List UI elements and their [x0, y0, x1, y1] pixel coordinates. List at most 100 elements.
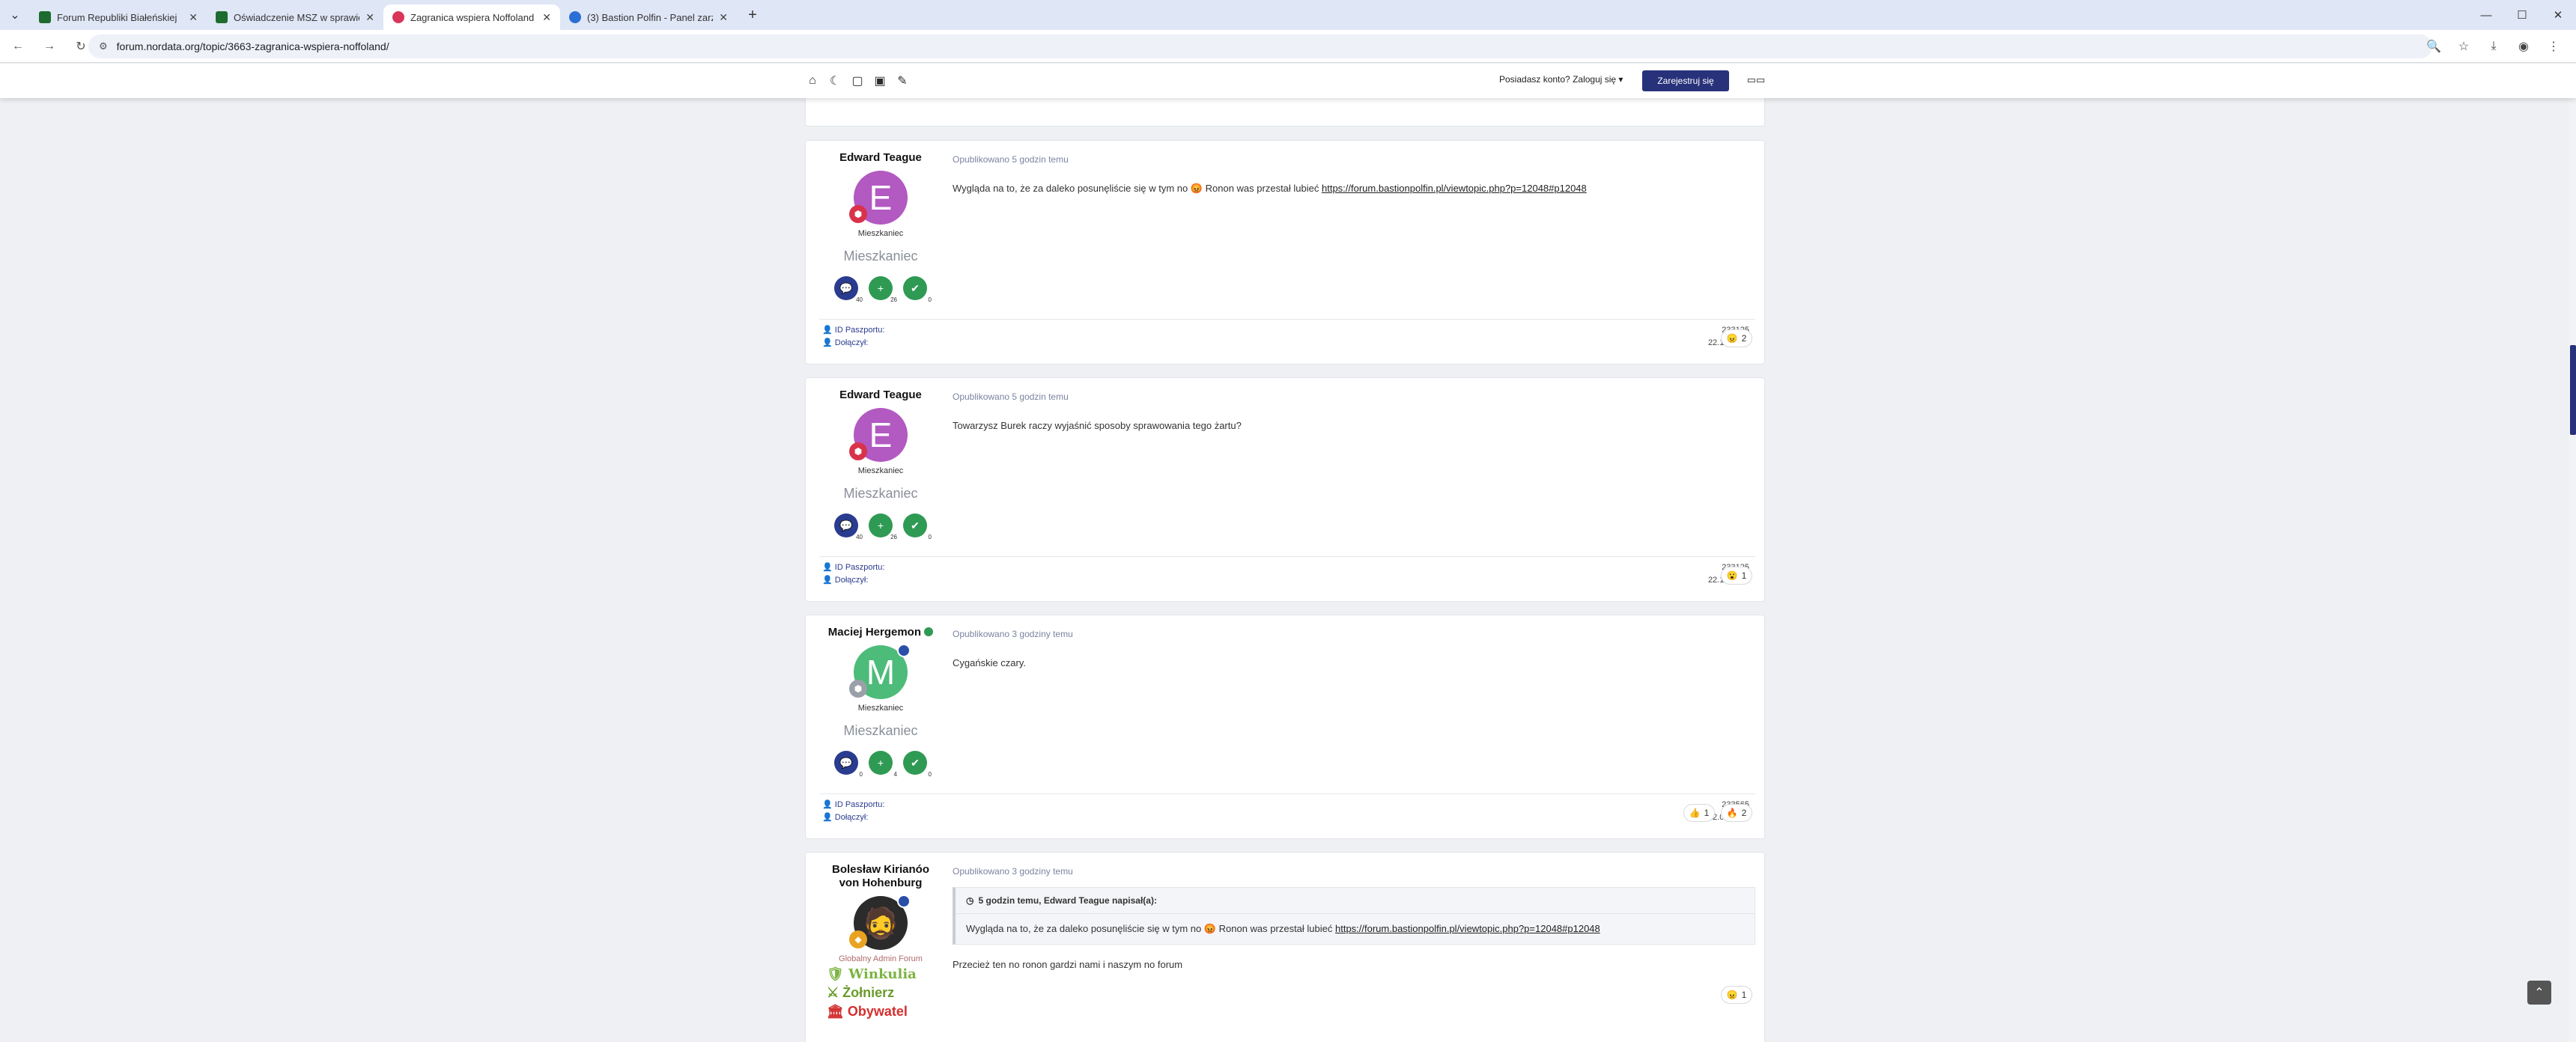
stat-count: 0 [928, 296, 932, 303]
maximize-icon[interactable]: ☐ [2504, 0, 2540, 30]
reaction-emoji: 👍 [1689, 808, 1701, 818]
tab-close-icon[interactable]: ✕ [719, 11, 728, 24]
reaction-angry[interactable]: 😠 1 [1721, 986, 1752, 1004]
post-date[interactable]: Opublikowano 5 godzin temu [953, 391, 1755, 402]
site-header: ⌂ ☾ ▢ ▣ ✎ Posiadasz konto? Zaloguj się ▾… [0, 64, 2576, 98]
reaction-fire[interactable]: 🔥 2 [1721, 804, 1752, 822]
close-window-icon[interactable]: ✕ [2540, 0, 2576, 30]
avatar[interactable]: M ⬢ [849, 644, 911, 699]
post-date[interactable]: Opublikowano 5 godzin temu [953, 154, 1755, 165]
post-content: Opublikowano 3 godziny temu Cygańskie cz… [953, 629, 1755, 670]
page-scrollbar[interactable] [2569, 98, 2576, 1042]
tab-close-icon[interactable]: ✕ [189, 11, 198, 24]
post-date[interactable]: Opublikowano 3 godziny temu [953, 866, 1755, 877]
toggle-view-icon[interactable]: ▭▭ [1747, 73, 1766, 88]
author-group: Mieszkaniec [843, 249, 918, 263]
browser-tab-4[interactable]: (3) Bastion Polfin - Panel zarządz ✕ [560, 4, 737, 30]
reputation-stat-icon: +4 [869, 751, 897, 778]
author-meta: 👤 ID Paszportu:233565 👤 Dołączył:22.07.2… [822, 798, 1749, 823]
browser-tab-1[interactable]: Forum Republiki Białeńskiej ✕ [30, 4, 207, 30]
post-author-panel: Bolesław Kirianóo von Hohenburg 🧔 ◆ Glob… [806, 853, 956, 1042]
moon-icon[interactable]: ☾ [824, 71, 846, 91]
joined-label: 👤 Dołączył: [822, 338, 869, 347]
author-name[interactable]: Edward Teague [806, 151, 956, 165]
post-divider [819, 319, 1755, 320]
avatar[interactable]: E ⬢ [849, 408, 908, 462]
solutions-stat-icon: ✔ 0 [903, 751, 932, 778]
site-info-icon[interactable]: ⚙ [99, 40, 108, 52]
browser-tab-3[interactable]: Zagranica wspiera Noffoland - ✕ [383, 4, 560, 30]
author-name[interactable]: Maciej Hergemon [806, 626, 956, 639]
online-status-icon [924, 627, 934, 636]
author-role: Mieszkaniec [857, 229, 904, 238]
quote-header[interactable]: ◷ 5 godzin temu, Edward Teague napisał(a)… [956, 888, 1755, 914]
passport-label: 👤 ID Paszportu: [822, 800, 885, 809]
author-name[interactable]: Edward Teague [806, 389, 956, 402]
reaction-angry[interactable]: 😠 2 [1721, 329, 1752, 347]
avatar[interactable]: E ⬢ [849, 171, 908, 225]
post-body: Wygląda na to, że za daleko posunęliście… [953, 182, 1755, 195]
author-role: Mieszkaniec [857, 466, 904, 475]
address-bar[interactable]: ⚙ forum.nordata.org/topic/3663-zagranica… [88, 34, 2432, 58]
stat-count: 0 [928, 771, 932, 778]
stat-count: 40 [856, 296, 863, 303]
reaction-wow[interactable]: 😮 1 [1721, 567, 1752, 585]
post-content: Opublikowano 3 godziny temu ◷ 5 godzin te… [953, 866, 1755, 972]
tab-search-icon[interactable]: ⌄ [0, 0, 30, 30]
solutions-stat-icon: ✔ 0 [903, 514, 932, 540]
scroll-to-top-button[interactable]: ⌃ [2527, 981, 2551, 1005]
register-button[interactable]: Zarejestruj się [1642, 70, 1729, 91]
author-group: Mieszkaniec [843, 486, 918, 501]
reaction-count: 1 [1741, 570, 1747, 581]
tab-favicon-icon [392, 11, 404, 23]
stat-count: 40 [856, 534, 863, 540]
quote-text: Wygląda na to, że za daleko posunęliście… [966, 923, 1335, 934]
minimize-icon[interactable]: — [2468, 0, 2504, 30]
url-text: forum.nordata.org/topic/3663-zagranica-w… [116, 40, 389, 52]
image-icon[interactable]: ▣ [869, 71, 891, 91]
post-card-previous [805, 98, 1765, 127]
avatar-letter: M [866, 653, 896, 692]
quote-link[interactable]: https://forum.bastionpolfin.pl/viewtopic… [1335, 923, 1600, 934]
reputation-stat-icon: +26 [869, 514, 897, 540]
comments-stat-icon: 💬 40 [834, 514, 863, 540]
download-icon[interactable]: ⤓ [2479, 33, 2509, 60]
post-divider [819, 556, 1755, 557]
signature-winkulia: 🛡 Winkulia [827, 966, 917, 982]
new-tab-button[interactable]: + [740, 2, 765, 28]
scrollbar-thumb[interactable] [2570, 345, 2576, 435]
tab-close-icon[interactable]: ✕ [365, 11, 374, 24]
author-name[interactable]: Bolesław Kirianóo von Hohenburg [806, 863, 956, 890]
author-meta: 👤 ID Paszportu:233125 👤 Dołączył:22.10.2… [822, 323, 1749, 349]
layout-icon[interactable]: ▢ [846, 71, 869, 91]
author-stats: 💬 40 +26 ✔ 0 [806, 514, 956, 540]
post-card: Maciej Hergemon M ⬢ Mieszkaniec Mieszkan… [805, 615, 1765, 839]
browser-tab-strip: ⌄ Forum Republiki Białeńskiej ✕ Oświadcz… [0, 0, 2576, 30]
zoom-icon[interactable]: 🔍 [2419, 33, 2449, 60]
post-content: Opublikowano 5 godzin temu Wygląda na to… [953, 154, 1755, 195]
avatar-letter: E [869, 178, 893, 217]
post-divider [819, 793, 1755, 794]
post-link[interactable]: https://forum.bastionpolfin.pl/viewtopic… [1322, 183, 1587, 194]
tab-close-icon[interactable]: ✕ [542, 11, 551, 24]
login-link[interactable]: Posiadasz konto? Zaloguj się ▾ [1499, 74, 1623, 85]
signature-text: Żołnierz [842, 985, 895, 1000]
solutions-stat-icon: ✔ 0 [903, 276, 932, 303]
menu-kebab-icon[interactable]: ⋮ [2539, 33, 2569, 60]
post-date[interactable]: Opublikowano 3 godziny temu [953, 629, 1755, 639]
bookmark-star-icon[interactable]: ☆ [2449, 33, 2479, 60]
post-body: Towarzysz Burek raczy wyjaśnić sposoby s… [953, 420, 1242, 431]
reaction-like[interactable]: 👍 1 [1683, 804, 1715, 822]
verified-badge-icon [897, 644, 911, 657]
reaction-emoji: 🔥 [1726, 808, 1738, 818]
back-icon[interactable]: ← [4, 33, 31, 60]
profile-icon[interactable]: ◉ [2509, 33, 2539, 60]
browser-tab-2[interactable]: Oświadczenie MSZ w sprawie N ✕ [207, 4, 383, 30]
browser-toolbar: ← → ↻ ⚙ forum.nordata.org/topic/3663-zag… [0, 30, 2576, 63]
reaction-count: 1 [1704, 808, 1710, 818]
avatar[interactable]: 🧔 ◆ [849, 895, 911, 950]
passport-label-text: ID Paszportu: [834, 326, 885, 335]
brush-icon[interactable]: ✎ [891, 71, 914, 91]
home-icon[interactable]: ⌂ [801, 71, 824, 91]
forward-icon[interactable]: → [36, 33, 63, 60]
